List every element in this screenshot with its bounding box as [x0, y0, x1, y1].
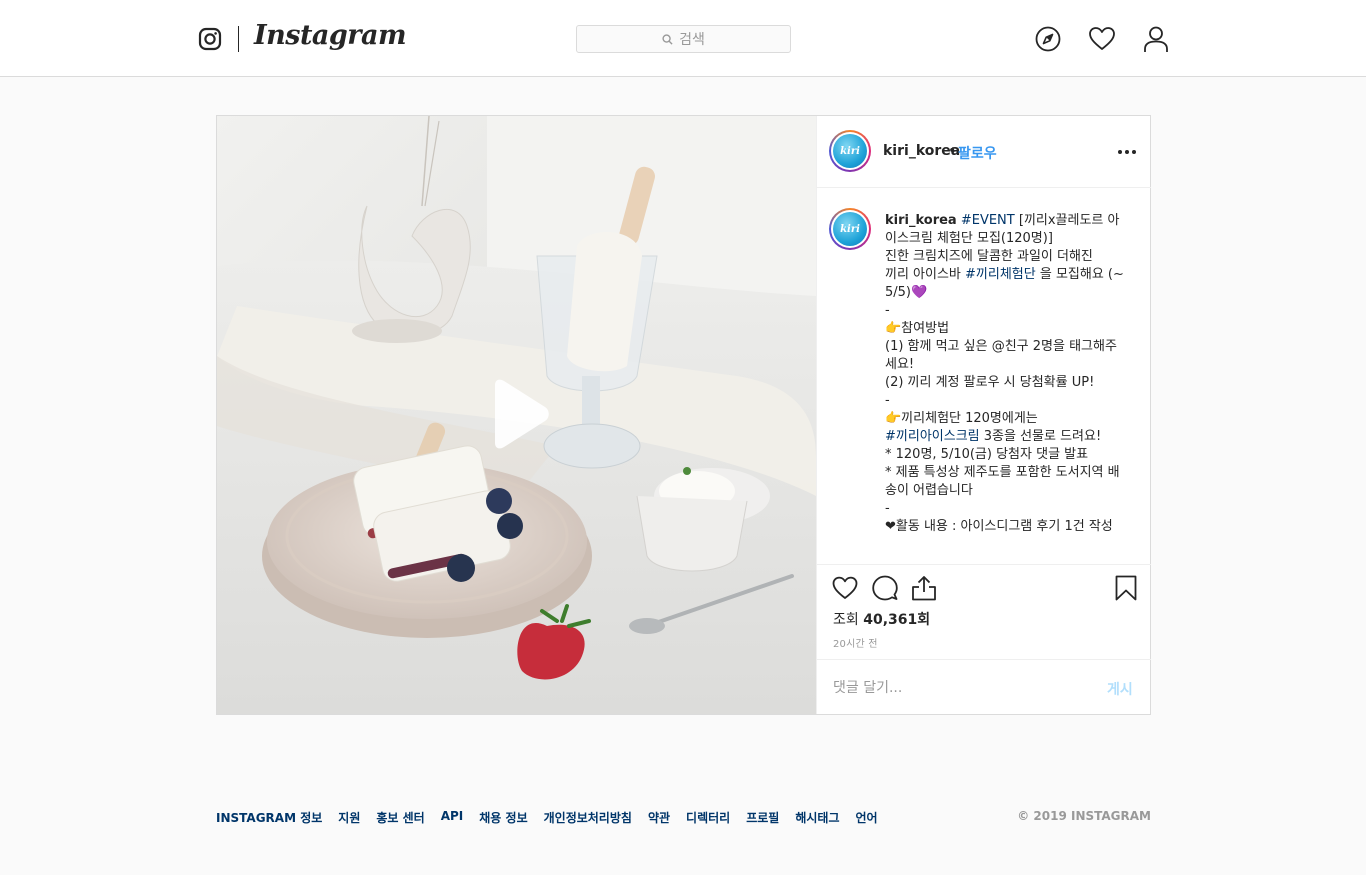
activity-heart-icon[interactable] — [1088, 25, 1116, 53]
footer-links: INSTAGRAM 정보 지원 홍보 센터 API 채용 정보 개인정보처리방침… — [216, 809, 1151, 826]
post-header: kiri kiri_korea • 팔로우 — [817, 116, 1151, 188]
instagram-camera-icon[interactable] — [198, 27, 222, 51]
footer-link-directory[interactable]: 디렉터리 — [686, 809, 730, 826]
views-label: 조회 — [833, 612, 859, 628]
comment-input[interactable] — [833, 677, 1083, 699]
footer-link-about[interactable]: INSTAGRAM 정보 — [216, 809, 322, 826]
views-value: 40,361회 — [863, 612, 931, 628]
footer-link-support[interactable]: 지원 — [338, 809, 360, 826]
post-video[interactable] — [217, 116, 816, 714]
share-icon[interactable] — [911, 575, 937, 601]
hashtag-link[interactable]: #EVENT — [961, 213, 1015, 228]
instagram-wordmark[interactable]: Instagram — [254, 20, 407, 51]
caption-text: 3종을 선물로 드려요! * 120명, 5/10(금) 당첨자 댓글 발표 *… — [885, 429, 1120, 534]
search-box[interactable]: 검색 — [576, 25, 791, 53]
footer-link-api[interactable]: API — [441, 809, 464, 826]
post-actions: 조회 40,361회 20시간 전 게시 — [817, 564, 1151, 714]
search-icon — [662, 33, 673, 45]
caption-avatar[interactable]: kiri — [829, 208, 871, 250]
view-count[interactable]: 조회 40,361회 — [833, 609, 930, 629]
footer-link-press[interactable]: 홍보 센터 — [376, 809, 424, 826]
copyright: © 2019 INSTAGRAM — [1017, 809, 1151, 823]
logo-divider — [238, 26, 239, 52]
avatar[interactable]: kiri — [829, 130, 871, 172]
footer-link-jobs[interactable]: 채용 정보 — [479, 809, 527, 826]
like-heart-icon[interactable] — [832, 575, 858, 601]
post-comment-button[interactable]: 게시 — [1107, 679, 1133, 699]
comment-bubble-icon[interactable] — [872, 575, 898, 601]
footer-link-privacy[interactable]: 개인정보처리방침 — [544, 809, 632, 826]
caption-text: 을 모집해요 (~5/5)💜 - 👉참여방법 (1) 함께 먹고 싶은 @친구 … — [885, 267, 1124, 426]
search-placeholder: 검색 — [679, 32, 705, 48]
add-comment-section: 게시 — [817, 659, 1151, 715]
footer: INSTAGRAM 정보 지원 홍보 센터 API 채용 정보 개인정보처리방침… — [216, 809, 1151, 829]
avatar-label: kiri — [833, 134, 867, 168]
caption-username[interactable]: kiri_korea — [885, 213, 957, 228]
follow-button[interactable]: 팔로우 — [958, 143, 997, 163]
footer-link-profiles[interactable]: 프로필 — [746, 809, 779, 826]
post-card: kiri kiri_korea • 팔로우 kiri kiri_korea #E… — [216, 115, 1151, 715]
hashtag-link[interactable]: #끼리체험단 — [965, 267, 1036, 282]
save-bookmark-icon[interactable] — [1113, 575, 1139, 601]
post-timestamp[interactable]: 20시간 전 — [833, 635, 878, 650]
hashtag-link[interactable]: #끼리아이스크림 — [885, 429, 980, 444]
footer-link-language[interactable]: 언어 — [856, 809, 878, 826]
explore-compass-icon[interactable] — [1034, 25, 1062, 53]
separator-dot: • — [948, 143, 957, 159]
post-sidebar: kiri kiri_korea • 팔로우 kiri kiri_korea #E… — [816, 116, 1151, 714]
profile-icon[interactable] — [1142, 25, 1170, 53]
play-icon[interactable] — [487, 379, 551, 449]
more-options-icon[interactable] — [1116, 142, 1138, 162]
footer-link-terms[interactable]: 약관 — [648, 809, 670, 826]
caption-avatar-label: kiri — [833, 212, 867, 246]
post-caption: kiri_korea #EVENT [끼리x끌레도르 아이스크림 체험단 모집(… — [885, 212, 1125, 536]
top-navigation-bar: Instagram 검색 — [0, 0, 1366, 77]
footer-link-hashtags[interactable]: 해시태그 — [795, 809, 839, 826]
comments-area[interactable]: kiri kiri_korea #EVENT [끼리x끌레도르 아이스크림 체험… — [817, 189, 1151, 563]
